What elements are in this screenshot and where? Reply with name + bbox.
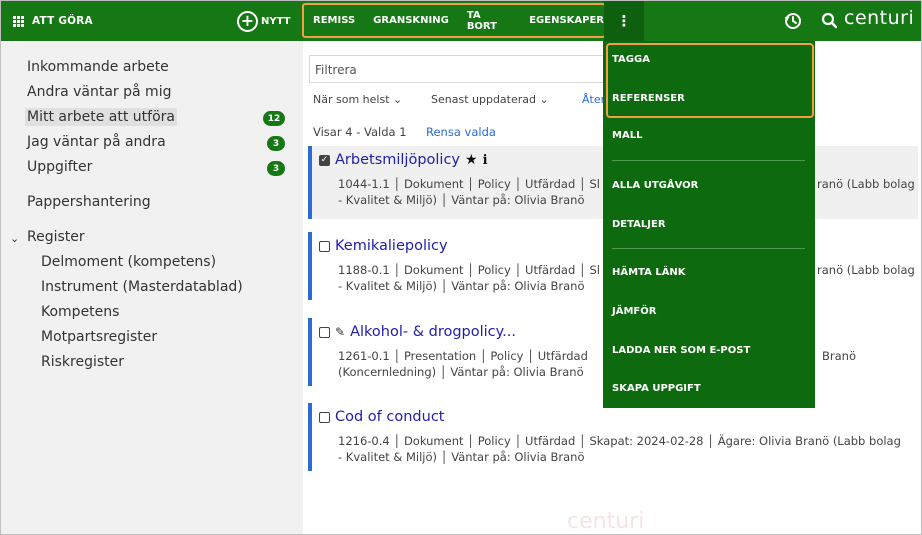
- sidebar-item-uppgifter[interactable]: Uppgifter: [27, 159, 92, 175]
- pencil-icon: ✎: [335, 325, 346, 339]
- filter-input[interactable]: Filtrera: [309, 55, 609, 83]
- star-icon[interactable]: ★: [465, 152, 478, 168]
- plus-circle-icon: +: [237, 10, 258, 32]
- app-title: ATT GÖRA: [32, 15, 93, 27]
- app-switcher[interactable]: ATT GÖRA: [13, 1, 93, 41]
- date-filter-label: När som helst: [313, 93, 390, 106]
- row-checkbox[interactable]: [319, 411, 330, 423]
- register-item-delmoment[interactable]: Delmoment (kompetens): [41, 254, 216, 270]
- row-checkbox[interactable]: ✓: [319, 154, 330, 166]
- sidebar-item-jag-vantar-pa-andra[interactable]: Jag väntar på andra: [27, 134, 166, 150]
- sidebar-item-inkommande-arbete[interactable]: Inkommande arbete: [27, 59, 169, 75]
- menu-item-tagga[interactable]: TAGGA: [612, 54, 650, 65]
- centuri-logo[interactable]: centuri: [844, 7, 914, 29]
- sidebar-item-mitt-arbete[interactable]: Mitt arbete att utföra: [25, 108, 177, 126]
- document-title[interactable]: Kemikaliepolicy: [335, 238, 448, 254]
- action-toolbar: REMISS GRANSKNING TA BORT EGENSKAPER: [302, 3, 606, 38]
- clear-selection-link[interactable]: Rensa valda: [426, 125, 496, 139]
- history-icon[interactable]: [783, 11, 803, 31]
- document-title[interactable]: Arbetsmiljöpolicy: [335, 152, 460, 168]
- menu-item-ladda-ner[interactable]: LADDA NER SOM E-POST: [612, 345, 750, 356]
- uppgifter-count-badge: 3: [267, 161, 285, 176]
- document-title[interactable]: Alkohol- & drogpolicy...: [350, 324, 516, 340]
- search-icon[interactable]: [821, 12, 838, 29]
- register-item-riskregister[interactable]: Riskregister: [41, 354, 124, 370]
- date-filter-dropdown[interactable]: När som helst ⌄: [313, 93, 402, 106]
- menu-item-hamta-lank[interactable]: HÄMTA LÄNK: [612, 267, 686, 278]
- menu-item-detaljer[interactable]: DETALJER: [612, 219, 666, 230]
- menu-item-alla-utgavor[interactable]: ALLA UTGÅVOR: [612, 180, 698, 191]
- menu-item-skapa-uppgift[interactable]: SKAPA UPPGIFT: [612, 383, 701, 394]
- app-window: ATT GÖRA + NYTT REMISS GRANSKNING TA BOR…: [0, 0, 922, 535]
- document-meta-line1: 1216-0.4 │ Dokument │ Policy │ Utfärdad …: [338, 434, 901, 448]
- top-bar: ATT GÖRA + NYTT REMISS GRANSKNING TA BOR…: [1, 1, 921, 41]
- document-meta-line2: - Kvalitet & Miljö) │ Väntar på: Olivia …: [338, 450, 585, 464]
- more-actions-button[interactable]: ⋮: [604, 1, 644, 41]
- register-item-motpartsregister[interactable]: Motpartsregister: [41, 329, 157, 345]
- document-row[interactable]: Cod of conduct 1216-0.4 │ Dokument │ Pol…: [308, 403, 918, 471]
- menu-divider: [612, 160, 805, 161]
- mitt-arbete-count-badge: 12: [263, 111, 285, 126]
- kebab-icon: ⋮: [616, 12, 632, 30]
- sidebar-item-pappershantering[interactable]: Pappershantering: [27, 194, 151, 210]
- selection-count: Visar 4 - Valda 1: [313, 125, 407, 139]
- sort-label: Senast uppdaterad: [431, 93, 536, 106]
- info-icon[interactable]: i: [483, 153, 488, 168]
- watermark-logo: centuri: [567, 509, 645, 534]
- remiss-button[interactable]: REMISS: [313, 15, 355, 26]
- document-title[interactable]: Cod of conduct: [335, 409, 444, 425]
- grid-icon: [13, 15, 24, 27]
- more-actions-menu: TAGGA REFERENSER MALL ALLA UTGÅVOR DETAL…: [603, 41, 815, 408]
- sidebar-item-register[interactable]: Register: [27, 229, 85, 245]
- menu-divider: [612, 248, 805, 249]
- register-item-kompetens[interactable]: Kompetens: [41, 304, 119, 320]
- reset-link[interactable]: Åter: [582, 93, 605, 106]
- sidebar: Inkommande arbete Andra väntar på mig Mi…: [1, 41, 303, 534]
- sort-dropdown[interactable]: Senast uppdaterad ⌄: [431, 93, 549, 106]
- document-meta: 1216-0.4 │ Dokument │ Policy │ Utfärdad …: [338, 433, 918, 465]
- register-item-instrument[interactable]: Instrument (Masterdatablad): [41, 279, 243, 295]
- ta-bort-button[interactable]: TA BORT: [467, 10, 511, 32]
- row-checkbox[interactable]: [319, 326, 330, 338]
- jag-vantar-count-badge: 3: [267, 136, 285, 151]
- menu-item-referenser[interactable]: REFERENSER: [612, 93, 685, 104]
- egenskaper-button[interactable]: EGENSKAPER: [529, 15, 604, 26]
- granskning-button[interactable]: GRANSKNING: [373, 15, 449, 26]
- menu-item-jamfor[interactable]: JÄMFÖR: [612, 306, 656, 317]
- new-button[interactable]: + NYTT: [237, 9, 290, 33]
- sidebar-item-andra-vantar-pa-mig[interactable]: Andra väntar på mig: [27, 84, 171, 100]
- new-button-label: NYTT: [261, 15, 291, 27]
- menu-item-mall[interactable]: MALL: [612, 130, 642, 141]
- row-checkbox[interactable]: [319, 240, 330, 252]
- chevron-down-icon[interactable]: ⌄: [10, 232, 19, 245]
